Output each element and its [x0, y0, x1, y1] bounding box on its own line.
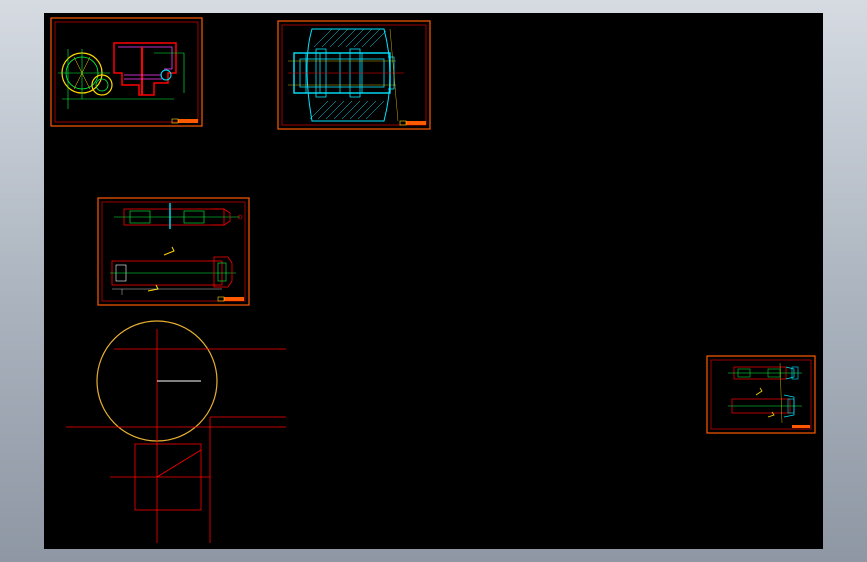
gear-icon [58, 49, 113, 99]
circle-construction-geometry[interactable] [66, 320, 286, 543]
shaft-elevation-small-icon [728, 362, 802, 424]
shaft-elevation-icon [110, 203, 243, 295]
shaft-cross-section-sheet[interactable] [277, 20, 431, 130]
cad-viewport-svg[interactable] [44, 13, 823, 549]
drawing-canvas[interactable] [44, 13, 823, 549]
hatched-section-icon [288, 28, 404, 122]
small-shaft-sheet[interactable] [706, 355, 816, 434]
gearbox-assembly-sheet[interactable] [50, 17, 203, 127]
shaft-detail-sheet[interactable] [97, 197, 250, 306]
